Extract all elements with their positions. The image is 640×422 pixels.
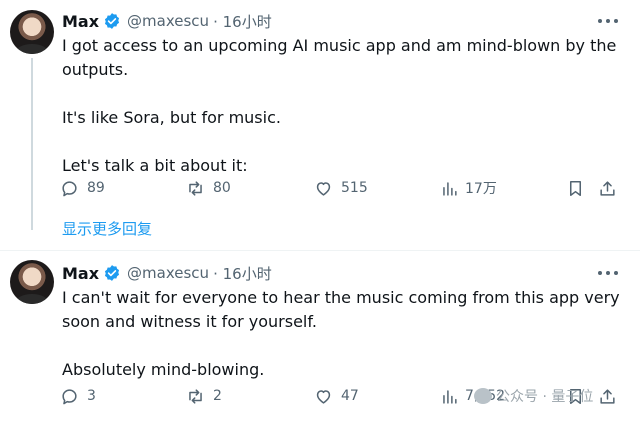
reply-icon xyxy=(62,388,77,404)
reply-button[interactable]: 89 xyxy=(60,176,105,200)
timestamp[interactable]: · 16小时 xyxy=(213,263,272,284)
repost-icon xyxy=(189,180,202,196)
tweet-paragraph: I got access to an upcoming AI music app… xyxy=(62,36,617,79)
tweet-paragraph: I can't wait for everyone to hear the mu… xyxy=(62,288,620,331)
verified-badge-icon xyxy=(104,13,120,29)
heart-icon xyxy=(316,389,331,404)
repost-button[interactable]: 2 xyxy=(186,384,222,408)
like-count: 515 xyxy=(341,180,368,196)
share-icon xyxy=(600,388,615,404)
tweet-paragraph: It's like Sora, but for music. xyxy=(62,108,281,127)
share-icon xyxy=(600,180,615,196)
tweet-text: I got access to an upcoming AI music app… xyxy=(62,34,622,178)
bookmark-icon xyxy=(569,180,582,196)
reply-button[interactable]: 3 xyxy=(60,384,96,408)
action-bar: 89 80 515 17万 xyxy=(60,176,624,200)
heart-icon xyxy=(316,181,331,196)
show-more-replies-link[interactable]: 显示更多回复 xyxy=(62,218,152,239)
verified-badge-icon xyxy=(104,265,120,281)
tweet-1[interactable]: Max @maxescu · 16小时 I got access to an u… xyxy=(0,0,640,250)
repost-icon xyxy=(189,388,202,404)
tweet-header: Max @maxescu · 16小时 xyxy=(62,10,272,32)
tweet-text: I can't wait for everyone to hear the mu… xyxy=(62,286,622,382)
avatar[interactable] xyxy=(10,260,54,304)
avatar[interactable] xyxy=(10,10,54,54)
author-name[interactable]: Max xyxy=(62,12,99,31)
share-button[interactable] xyxy=(598,176,617,200)
tweet-header: Max @maxescu · 16小时 xyxy=(62,262,272,284)
repost-count: 2 xyxy=(213,388,222,404)
wechat-icon xyxy=(474,388,492,404)
author-name[interactable]: Max xyxy=(62,264,99,283)
views-chart-icon xyxy=(443,389,457,404)
repost-count: 80 xyxy=(213,180,231,196)
like-button[interactable]: 47 xyxy=(314,384,359,408)
like-button[interactable]: 515 xyxy=(314,176,368,200)
watermark: 公众号 · 量子位 xyxy=(474,384,593,408)
tweet-paragraph: Absolutely mind-blowing. xyxy=(62,360,265,379)
reply-count: 3 xyxy=(87,388,96,404)
author-handle[interactable]: @maxescu xyxy=(127,12,209,30)
reply-count: 89 xyxy=(87,180,105,196)
timestamp[interactable]: · 16小时 xyxy=(213,11,272,32)
repost-button[interactable]: 80 xyxy=(186,176,231,200)
share-button[interactable] xyxy=(598,384,617,408)
view-count: 17万 xyxy=(465,181,497,197)
watermark-text: 公众号 · 量子位 xyxy=(496,389,594,405)
like-count: 47 xyxy=(341,388,359,404)
more-options-icon[interactable] xyxy=(598,18,618,24)
author-handle[interactable]: @maxescu xyxy=(127,264,209,282)
more-options-icon[interactable] xyxy=(598,270,618,276)
tweet-paragraph: Let's talk a bit about it: xyxy=(62,156,248,175)
views-button[interactable]: 17万 xyxy=(440,176,497,200)
bookmark-button[interactable] xyxy=(566,176,585,200)
views-chart-icon xyxy=(443,181,457,196)
reply-icon xyxy=(62,180,77,196)
thread-line xyxy=(31,58,33,230)
